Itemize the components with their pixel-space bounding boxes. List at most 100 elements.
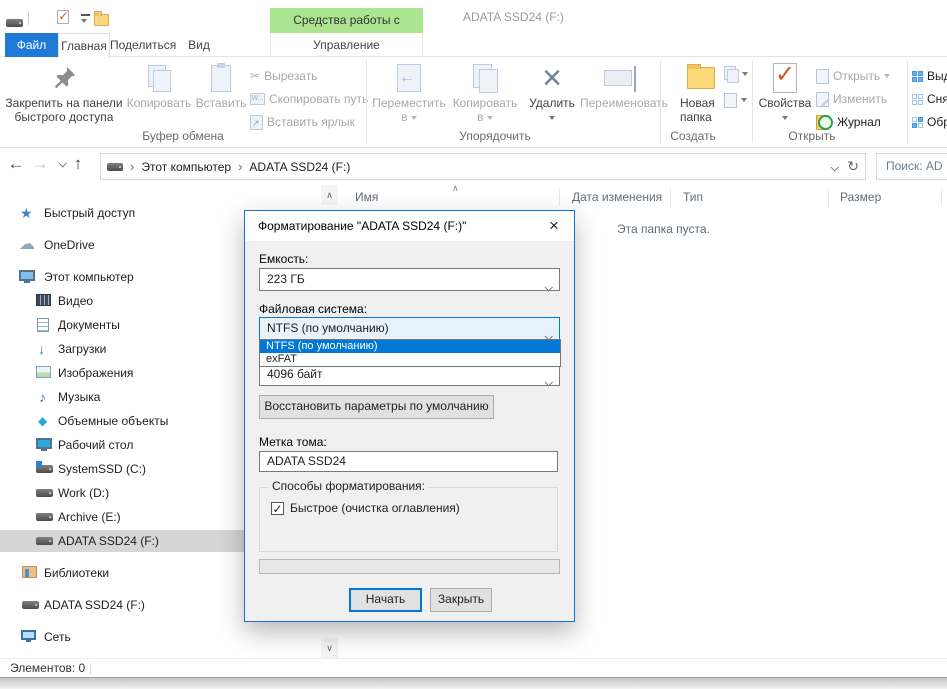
- volume-label-input[interactable]: ADATA SSD24: [259, 451, 558, 472]
- divider[interactable]: [670, 188, 671, 206]
- delete-x-icon: ×: [542, 63, 562, 93]
- quick-format-checkbox[interactable]: ✓: [271, 502, 284, 515]
- edit-icon: [816, 92, 829, 107]
- volume-label-label: Метка тома:: [259, 435, 327, 449]
- copy-path-button: W... Скопировать путь: [250, 89, 368, 109]
- window-title: ADATA SSD24 (F:): [463, 10, 564, 24]
- column-header-name[interactable]: Имя: [355, 185, 378, 209]
- chevron-down-icon: [741, 98, 747, 102]
- explorer-window: Средства работы с дисками ADATA SSD24 (F…: [0, 0, 947, 689]
- 3d-objects-cube-icon: ◆: [38, 410, 47, 432]
- pictures-icon: [36, 366, 51, 378]
- tab-share[interactable]: Поделиться: [110, 33, 172, 57]
- filesystem-select[interactable]: NTFS (по умолчанию): [259, 317, 560, 340]
- filesystem-label: Файловая система:: [259, 302, 367, 316]
- tab-home[interactable]: Главная: [58, 33, 110, 58]
- contextual-tab-drive-tools[interactable]: Средства работы с дисками: [270, 8, 423, 33]
- divider: [99, 11, 100, 25]
- chevron-down-icon: [549, 116, 555, 120]
- qat-folder-button[interactable]: [94, 14, 109, 26]
- scissors-icon: ✂: [250, 69, 260, 83]
- network-icon: [21, 630, 36, 640]
- quick-format-label: Быстрое (очистка оглавления): [290, 501, 460, 515]
- chevron-down-icon: [884, 74, 890, 78]
- divider: [907, 60, 908, 142]
- videos-icon: [36, 294, 51, 306]
- paste-icon: [211, 65, 231, 92]
- items-count: Элементов: 0: [0, 661, 85, 675]
- history-clock-icon: [816, 115, 833, 130]
- empty-folder-message: Эта папка пуста.: [617, 222, 710, 236]
- search-input[interactable]: Поиск: AD: [876, 153, 947, 180]
- column-header-size[interactable]: Размер: [840, 185, 881, 209]
- desktop-monitor-icon: [36, 438, 52, 449]
- copy-icon: [148, 65, 170, 91]
- invert-selection-button[interactable]: Обр: [912, 112, 947, 132]
- divider[interactable]: [559, 188, 560, 206]
- column-header-type[interactable]: Тип: [683, 185, 703, 209]
- downloads-arrow-icon: ↓: [38, 338, 45, 360]
- pin-to-quick-access-button[interactable]: Закрепить на панели быстрого доступа: [4, 60, 124, 130]
- select-all-icon: [912, 71, 923, 82]
- scrollbar-up-arrow[interactable]: ∧: [321, 185, 338, 205]
- restore-defaults-button[interactable]: Восстановить параметры по умолчанию: [259, 395, 494, 419]
- paste-button: Вставить: [193, 60, 249, 130]
- properties-button[interactable]: Свойства: [757, 60, 813, 130]
- system-drive-icon: [36, 465, 53, 473]
- rename-icon: [604, 70, 632, 86]
- breadcrumb-this-pc[interactable]: Этот компьютер: [141, 160, 231, 174]
- select-none-button[interactable]: Сня: [912, 89, 947, 109]
- delete-button[interactable]: × Удалить: [523, 60, 581, 130]
- divider[interactable]: [941, 188, 942, 206]
- pin-icon: [4, 60, 124, 96]
- libraries-icon: [22, 566, 37, 578]
- drive-icon: [107, 163, 123, 171]
- computer-monitor-icon: [19, 270, 35, 281]
- dropdown-option-ntfs[interactable]: NTFS (по умолчанию): [260, 340, 560, 353]
- tab-view[interactable]: Вид: [172, 33, 226, 57]
- open-icon: [816, 69, 829, 84]
- format-dialog: Форматирование "ADATA SSD24 (F:)" × Емко…: [244, 210, 575, 622]
- scrollbar-down-arrow[interactable]: ∨: [321, 638, 338, 658]
- qat-customize-button[interactable]: [81, 14, 90, 24]
- group-label-organize: Упорядочить: [367, 129, 623, 145]
- paste-shortcut-icon: [250, 115, 263, 130]
- drive-icon: [36, 489, 53, 497]
- start-button[interactable]: Начать: [349, 588, 422, 612]
- tab-file[interactable]: Файл: [5, 33, 58, 57]
- new-item-icon: [724, 93, 737, 108]
- close-icon[interactable]: ×: [538, 213, 570, 239]
- column-header-date[interactable]: Дата изменения: [572, 185, 662, 209]
- invert-selection-icon: [912, 117, 923, 128]
- new-folder-button[interactable]: Новая папка: [676, 60, 726, 130]
- drive-icon: [22, 601, 39, 609]
- properties-icon: [773, 63, 797, 93]
- sort-ascending-icon: ∧: [452, 183, 459, 194]
- close-button[interactable]: Закрыть: [430, 588, 492, 612]
- up-button[interactable]: ↑: [68, 154, 88, 174]
- group-label-clipboard: Буфер обмена: [0, 129, 366, 145]
- group-label-open: Открыть: [752, 129, 872, 145]
- move-to-icon: [397, 64, 421, 92]
- chevron-down-icon: [81, 19, 87, 23]
- select-all-button[interactable]: Выд: [912, 66, 947, 86]
- address-dropdown-chevron[interactable]: [831, 160, 837, 174]
- refresh-icon[interactable]: ↻: [847, 158, 859, 175]
- qat-properties-button[interactable]: [57, 10, 69, 24]
- forward-button: →: [30, 154, 50, 174]
- copy-to-button: Копировать в: [448, 60, 522, 130]
- tab-manage[interactable]: Управление: [270, 33, 423, 57]
- address-bar[interactable]: › Этот компьютер › ADATA SSD24 (F:) ↻: [100, 153, 866, 180]
- easy-access-button[interactable]: [724, 64, 748, 84]
- dropdown-option-exfat[interactable]: exFAT: [260, 353, 560, 366]
- divider: [90, 663, 91, 674]
- chevron-down-icon: [487, 116, 493, 120]
- group-label-create: Создать: [660, 129, 726, 145]
- divider: [28, 11, 29, 25]
- breadcrumb-current-drive[interactable]: ADATA SSD24 (F:): [249, 160, 350, 174]
- back-button[interactable]: ←: [6, 154, 26, 174]
- divider[interactable]: [828, 188, 829, 206]
- rename-button: Переименовать: [580, 60, 656, 130]
- new-item-button[interactable]: [724, 90, 747, 110]
- capacity-select[interactable]: 223 ГБ: [259, 268, 560, 291]
